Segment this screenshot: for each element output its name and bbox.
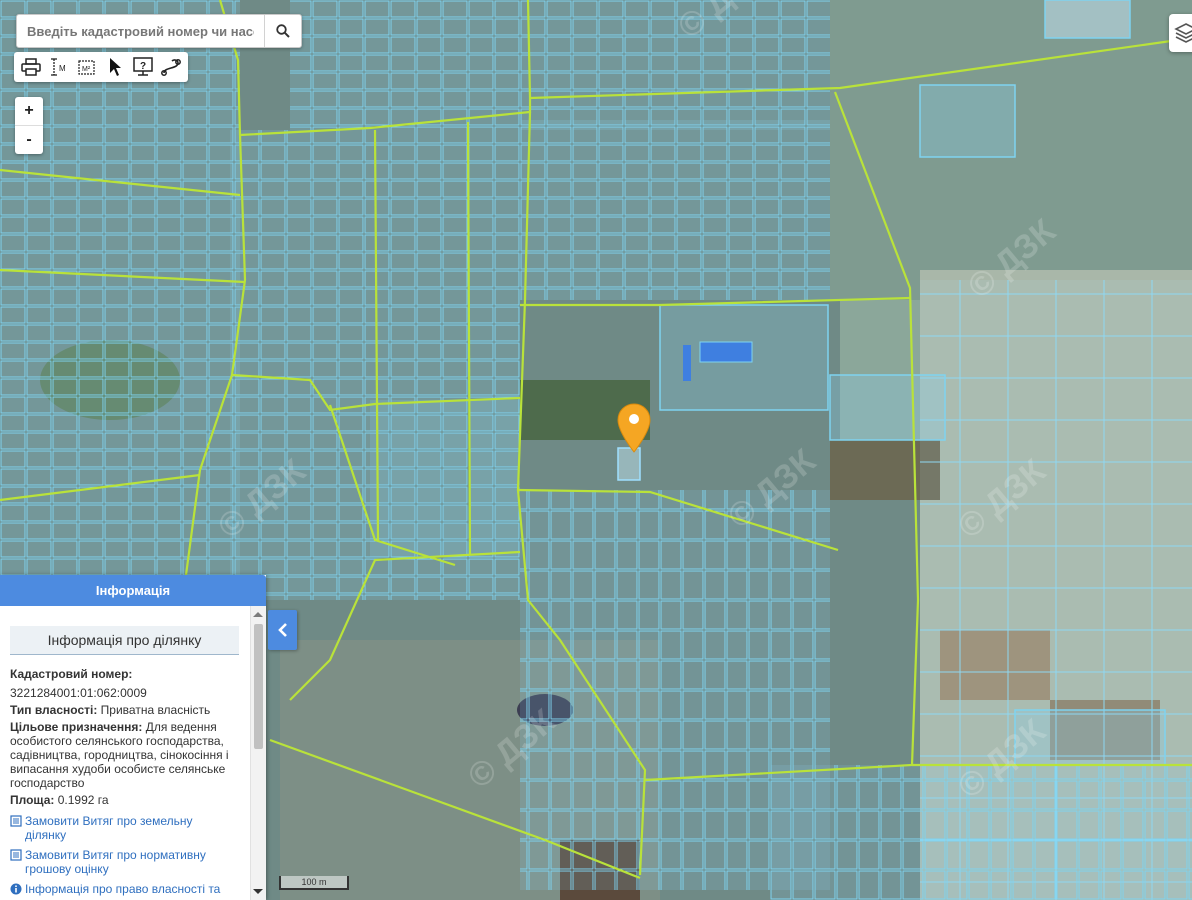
order-valuation-extract-link[interactable]: Замовити Витяг про нормативну грошову оц… [10,848,232,876]
search-box [16,14,302,48]
search-icon [276,24,290,38]
layers-icon [1174,23,1192,43]
purpose-row: Цільове призначення: Для ведення особист… [10,720,242,790]
ownership-row: Тип власності: Приватна власність [10,703,251,717]
scroll-thumb[interactable] [254,624,263,749]
select-pointer-icon [110,58,121,76]
info-panel: Інформація Інформація про ділянку Кадаст… [0,575,266,900]
print-button[interactable] [17,54,45,80]
ownership-value: Приватна власність [100,703,211,717]
document-icon [10,849,22,861]
svg-text:?: ? [140,61,146,72]
scale-label: 100 m [301,877,327,887]
cadastral-label: Кадастровий номер: [10,667,133,681]
measure-area-button[interactable]: M² [73,54,101,80]
info-panel-body: Інформація про ділянку Кадастровий номер… [0,606,251,900]
map-toolbar: M M² ? [14,52,188,82]
parcel-info-heading: Інформація про ділянку [10,626,239,655]
zoom-control: + - [15,97,43,154]
chevron-left-icon [277,623,287,637]
search-button[interactable] [264,15,301,47]
ownership-info-link[interactable]: Інформація про право власності та [10,882,242,896]
select-button[interactable] [101,54,129,80]
info-panel-scrollbar[interactable] [250,606,266,900]
document-icon [10,815,22,827]
info-icon [10,883,22,895]
layers-button[interactable] [1169,14,1192,52]
svg-text:M: M [59,64,66,73]
measure-distance-icon: M [51,58,66,76]
route-icon [161,59,181,76]
area-label: Площа: [10,793,55,807]
scroll-up-icon[interactable] [253,612,263,617]
area-row: Площа: 0.1992 га [10,793,251,807]
collapse-panel-button[interactable] [268,610,297,650]
zoom-out-button[interactable]: - [15,125,43,154]
ownership-label: Тип власності: [10,703,98,717]
search-input[interactable] [17,15,264,47]
zoom-in-button[interactable]: + [15,97,43,125]
order-land-extract-link[interactable]: Замовити Витяг про земельну ділянку [10,814,232,842]
route-button[interactable] [157,54,185,80]
print-icon [21,58,41,76]
svg-text:M²: M² [82,66,91,73]
cadastral-number: 3221284001:01:062:0009 [10,686,147,700]
identify-icon: ? [133,57,153,76]
map-scale: 100 m [279,876,349,890]
measure-distance-button[interactable]: M [45,54,73,80]
info-panel-title: Інформація [0,575,266,606]
area-value: 0.1992 га [57,793,109,807]
purpose-label: Цільове призначення: [10,720,143,734]
scroll-down-icon[interactable] [253,889,263,894]
selected-parcel [617,447,641,481]
measure-area-icon: M² [78,60,95,75]
identify-button[interactable]: ? [129,54,157,80]
